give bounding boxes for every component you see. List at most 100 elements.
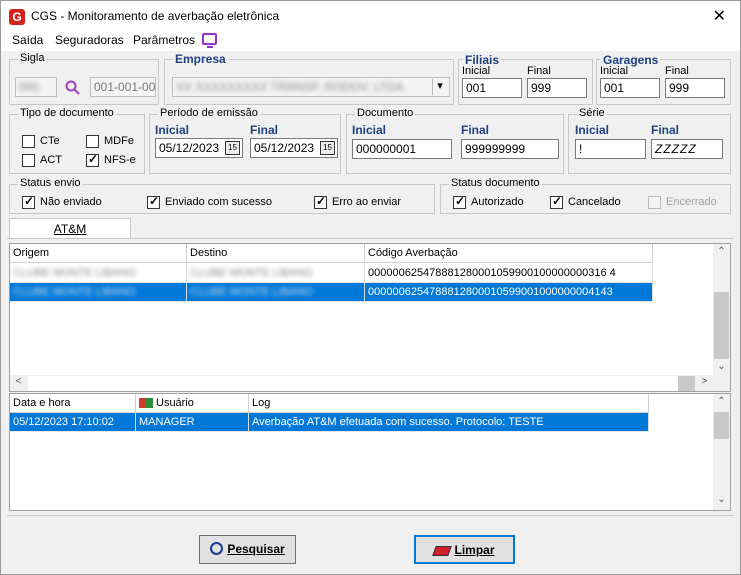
origem-value: CLUBE MONTE LIBANO <box>13 286 136 298</box>
garagens-final-input[interactable]: 999 <box>665 78 725 98</box>
garagens-inicial-label: Inicial <box>600 65 629 77</box>
pesquisar-label: Pesquisar <box>227 542 285 556</box>
cancelado-checkbox[interactable] <box>550 194 563 209</box>
documento-inicial-input[interactable]: 000000001 <box>352 139 452 159</box>
enviado-sucesso-checkbox[interactable] <box>147 194 160 209</box>
mdfe-label: MDFe <box>104 135 134 147</box>
periodo-inicial-value: 05/12/2023 <box>159 141 220 155</box>
periodo-inicial-label: Inicial <box>155 123 190 137</box>
filiais-final-input[interactable]: 999 <box>527 78 587 98</box>
serie-inicial-input[interactable]: ! <box>575 139 646 159</box>
calendar-icon[interactable]: 15 <box>320 141 335 155</box>
cell-destino: CLUBE MONTE LIBANO <box>187 264 365 283</box>
encerrado-checkbox[interactable] <box>648 196 661 209</box>
horizontal-scrollbar[interactable]: < > <box>10 375 730 391</box>
encerrado-label: Encerrado <box>666 196 717 208</box>
cte-label: CTe <box>40 135 60 147</box>
cell-destino: CLUBE MONTE LIBANO <box>187 283 365 302</box>
documento-final-input[interactable]: 999999999 <box>461 139 559 159</box>
status-envio-group: Status envio Não enviado Enviado com suc… <box>9 177 435 214</box>
tab-atm-label: AT&M <box>53 222 87 236</box>
column-header-destino[interactable]: Destino <box>187 244 365 263</box>
serie-final-input[interactable]: ZZZZZ <box>651 139 723 159</box>
sigla-input[interactable]: 000 <box>15 77 57 97</box>
column-header-data-hora[interactable]: Data e hora <box>10 394 136 413</box>
scroll-down-icon[interactable]: ⌄ <box>713 494 730 505</box>
column-header-log[interactable]: Log <box>249 394 649 413</box>
nao-enviado-checkbox[interactable] <box>22 194 35 209</box>
autorizado-checkbox[interactable] <box>453 194 466 209</box>
cell-log: Averbação AT&M efetuada com sucesso. Pro… <box>249 413 649 432</box>
column-header-codigo[interactable]: Código Averbação <box>365 244 653 263</box>
column-header-origem[interactable]: Origem <box>10 244 187 263</box>
scroll-right-icon[interactable]: > <box>696 376 713 387</box>
menu-parametros[interactable]: Parâmetros <box>133 33 195 47</box>
erro-enviar-checkbox[interactable] <box>314 194 327 209</box>
cte-checkbox[interactable] <box>22 135 35 148</box>
cancelado-label: Cancelado <box>568 196 621 208</box>
enviado-sucesso-label: Enviado com sucesso <box>165 196 272 208</box>
filiais-inicial-input[interactable]: 001 <box>462 78 522 98</box>
erro-enviar-label: Erro ao enviar <box>332 196 402 208</box>
main-window: G CGS - Monitoramento de averbação eletr… <box>0 0 741 575</box>
close-icon[interactable]: ✕ <box>713 6 726 26</box>
log-scroll-thumb[interactable] <box>714 412 729 439</box>
autorizado-label: Autorizado <box>471 196 524 208</box>
calendar-icon[interactable]: 15 <box>225 141 240 155</box>
serie-final-label: Final <box>651 123 680 137</box>
status-envio-legend: Status envio <box>18 177 83 189</box>
scroll-left-icon[interactable]: < <box>10 376 27 387</box>
serie-legend: Série <box>577 107 607 119</box>
tab-divider <box>7 238 734 239</box>
act-checkbox[interactable] <box>22 154 35 167</box>
origem-value: CLUBE MONTE LIBANO <box>13 267 136 279</box>
cell-codigo: 0000006254788812800010599001000000004143 <box>365 283 653 302</box>
periodo-final-date[interactable]: 05/12/2023 15 <box>250 138 338 158</box>
search-icon <box>210 542 224 556</box>
act-label: ACT <box>40 154 62 166</box>
serie-group: Série Inicial Final ! ZZZZZ <box>568 107 731 174</box>
empresa-group: Empresa XX XXXXXXXXX TRANSP. RODOV. LTDA <box>164 52 454 105</box>
empresa-select[interactable]: XX XXXXXXXXX TRANSP. RODOV. LTDA <box>172 77 450 97</box>
nfse-checkbox[interactable] <box>86 152 99 167</box>
sigla-legend: Sigla <box>18 52 47 64</box>
app-logo-icon: G <box>9 9 25 25</box>
destino-value: CLUBE MONTE LIBANO <box>190 267 313 279</box>
limpar-button[interactable]: Limpar <box>414 535 515 564</box>
tab-atm[interactable]: AT&M <box>9 218 131 239</box>
hscroll-thumb[interactable] <box>678 376 695 391</box>
scroll-thumb[interactable] <box>714 292 729 359</box>
pesquisar-button[interactable]: Pesquisar <box>199 535 296 564</box>
search-icon[interactable] <box>65 80 81 96</box>
cell-codigo: 000000625478881280001059900100000000316 … <box>365 264 653 283</box>
garagens-group: Garagens Inicial Final 001 999 <box>596 53 731 105</box>
garagens-final-label: Final <box>665 65 689 77</box>
tipo-documento-legend: Tipo de documento <box>18 107 116 119</box>
periodo-final-value: 05/12/2023 <box>254 141 315 155</box>
cell-origem: CLUBE MONTE LIBANO <box>10 283 187 302</box>
sigla-group: Sigla 000 001-001-001 <box>9 52 159 105</box>
window-title: CGS - Monitoramento de averbação eletrôn… <box>31 9 280 23</box>
hscroll-track[interactable] <box>28 376 678 391</box>
column-header-usuario[interactable]: Usuário <box>136 394 249 413</box>
monitor-icon[interactable] <box>202 33 217 48</box>
cell-data-hora: 05/12/2023 17:10:02 <box>10 413 136 432</box>
menu-bar: Saída Seguradoras Parâmetros <box>1 31 740 51</box>
scroll-down-icon[interactable]: ⌄ <box>713 361 730 372</box>
scroll-up-icon[interactable]: ⌃ <box>713 246 730 257</box>
sigla-value: 000 <box>19 80 40 94</box>
nfse-label: NFS-e <box>104 154 136 166</box>
log-vertical-scrollbar[interactable]: ⌃ ⌄ <box>713 394 730 510</box>
averbacao-grid[interactable]: Origem Destino Código Averbação CLUBE MO… <box>9 243 731 392</box>
title-bar: G CGS - Monitoramento de averbação eletr… <box>1 1 740 31</box>
empresa-value: XX XXXXXXXXX TRANSP. RODOV. LTDA <box>176 80 404 94</box>
menu-seguradoras[interactable]: Seguradoras <box>55 33 124 47</box>
scroll-up-icon[interactable]: ⌃ <box>713 396 730 407</box>
garagens-inicial-input[interactable]: 001 <box>600 78 660 98</box>
menu-saida[interactable]: Saída <box>12 33 43 47</box>
vertical-scrollbar[interactable]: ⌃ ⌄ <box>713 244 730 375</box>
limpar-label: Limpar <box>454 543 495 557</box>
periodo-inicial-date[interactable]: 05/12/2023 15 <box>155 138 243 158</box>
mdfe-checkbox[interactable] <box>86 135 99 148</box>
log-grid[interactable]: Data e hora Usuário Log 05/12/2023 17:10… <box>9 393 731 511</box>
